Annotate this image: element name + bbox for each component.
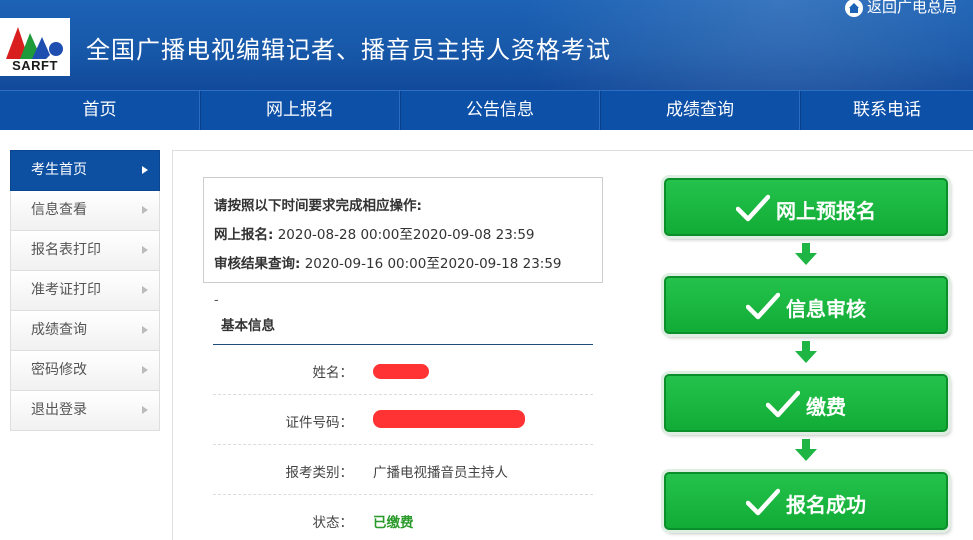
chevron-right-icon: [142, 246, 148, 254]
step-label: 缴费: [806, 395, 846, 419]
registration-label: 网上报名:: [214, 227, 274, 243]
chevron-right-icon: [142, 206, 148, 214]
sidebar: 考生首页 信息查看 报名表打印 准考证打印 成绩查询 密码修改 退出登录: [10, 150, 160, 431]
chevron-right-icon: [142, 326, 148, 334]
sidebar-item-candidate-home[interactable]: 考生首页: [10, 150, 160, 191]
top-links[interactable]: 返回广电总局: [845, 0, 957, 17]
category-value: 广播电视播音员主持人: [373, 465, 508, 481]
nav-item-score-query[interactable]: 成绩查询: [600, 91, 800, 130]
site-title: 全国广播电视编辑记者、播音员主持人资格考试: [86, 36, 611, 64]
category-label: 报考类别：: [285, 465, 354, 481]
review-label: 审核结果查询:: [214, 256, 301, 272]
status-value: 已缴费: [373, 515, 414, 531]
sidebar-item-label: 成绩查询: [31, 322, 87, 338]
arrow-down-icon: [795, 439, 817, 461]
registration-time: 2020-08-28 00:00至2020-09-08 23:59: [277, 227, 535, 243]
step-payment[interactable]: 缴费: [664, 374, 948, 432]
home-icon[interactable]: [845, 0, 863, 17]
review-time: 2020-09-16 00:00至2020-09-18 23:59: [304, 256, 562, 272]
sidebar-item-print-form[interactable]: 报名表打印: [10, 231, 160, 271]
dash-mark: -: [214, 293, 219, 308]
site-header: SARFT 全国广播电视编辑记者、播音员主持人资格考试 返回广电总局: [0, 0, 973, 90]
notice-review-row: 审核结果查询: 2020-09-16 00:00至2020-09-18 23:5…: [214, 252, 602, 272]
sidebar-item-label: 报名表打印: [31, 242, 101, 258]
chevron-right-icon: [142, 166, 148, 174]
arrow-down-icon: [795, 243, 817, 265]
name-label: 姓名：: [312, 365, 354, 381]
checkmark-icon: [746, 292, 780, 320]
sarft-logo[interactable]: SARFT: [0, 18, 70, 76]
sidebar-item-label: 密码修改: [31, 362, 87, 378]
sidebar-item-view-info[interactable]: 信息查看: [10, 191, 160, 231]
sidebar-item-print-admission[interactable]: 准考证打印: [10, 271, 160, 311]
chevron-right-icon: [142, 406, 148, 414]
nav-item-online-registration[interactable]: 网上报名: [200, 91, 400, 130]
step-label: 报名成功: [786, 493, 866, 517]
step-registration-success[interactable]: 报名成功: [664, 472, 948, 530]
info-row-category: 报考类别： 广播电视播音员主持人: [213, 445, 593, 495]
notice-registration-row: 网上报名: 2020-08-28 00:00至2020-09-08 23:59: [214, 223, 602, 243]
arrow-down-icon: [795, 341, 817, 363]
sidebar-item-label: 考生首页: [31, 162, 87, 178]
chevron-right-icon: [142, 366, 148, 374]
info-row-id: 证件号码：: [213, 395, 593, 445]
checkmark-icon: [766, 390, 800, 418]
sidebar-item-score-query[interactable]: 成绩查询: [10, 311, 160, 351]
nav-item-home[interactable]: 首页: [0, 91, 200, 130]
checkmark-icon: [746, 488, 780, 516]
step-label: 信息审核: [786, 297, 866, 321]
notice-heading: 请按照以下时间要求完成相应操作:: [214, 198, 422, 214]
sidebar-item-label: 退出登录: [31, 402, 87, 418]
top-link-text[interactable]: 返回广电总局: [867, 0, 957, 16]
redacted-id-number: [373, 410, 525, 428]
logo-mark-icon: [6, 27, 63, 59]
nav-item-announcements[interactable]: 公告信息: [400, 91, 600, 130]
id-label: 证件号码：: [285, 415, 354, 431]
logo-text: SARFT: [12, 58, 58, 73]
sidebar-item-change-password[interactable]: 密码修改: [10, 351, 160, 391]
step-online-preregistration[interactable]: 网上预报名: [664, 178, 948, 236]
checkmark-icon: [736, 194, 770, 222]
chevron-right-icon: [142, 286, 148, 294]
sidebar-item-label: 准考证打印: [31, 282, 101, 298]
main-nav: 首页 网上报名 公告信息 成绩查询 联系电话: [0, 90, 973, 130]
status-label: 状态：: [312, 515, 354, 531]
info-row-status: 状态： 已缴费: [213, 495, 593, 540]
sidebar-item-logout[interactable]: 退出登录: [10, 391, 160, 431]
redacted-name: [373, 364, 429, 379]
schedule-notice: 请按照以下时间要求完成相应操作: 网上报名: 2020-08-28 00:00至…: [203, 177, 603, 283]
info-row-name: 姓名：: [213, 345, 593, 395]
nav-item-contact[interactable]: 联系电话: [800, 91, 973, 130]
step-info-review[interactable]: 信息审核: [664, 276, 948, 334]
step-label: 网上预报名: [776, 199, 876, 223]
section-title-basic-info: 基本信息: [213, 311, 593, 345]
sidebar-item-label: 信息查看: [31, 202, 87, 218]
